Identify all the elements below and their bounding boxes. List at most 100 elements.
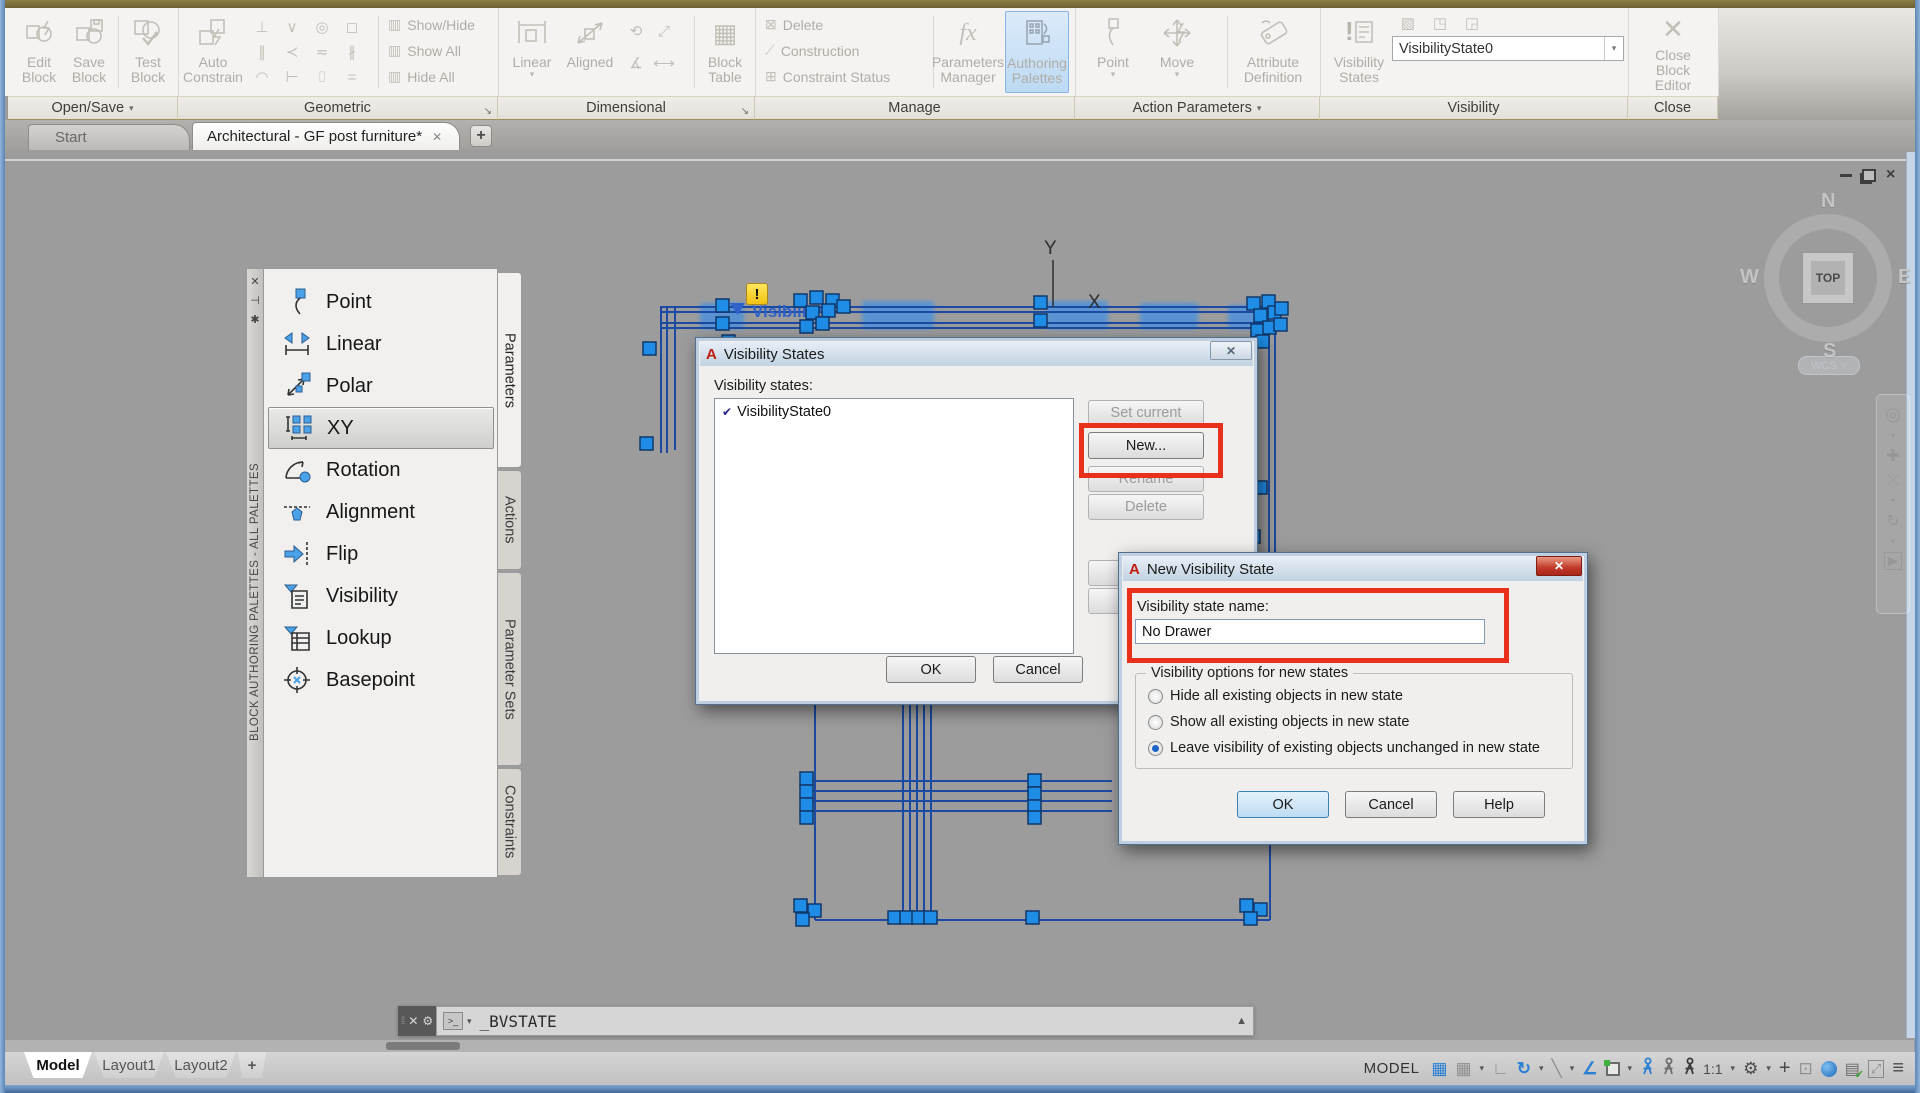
palette-item-flip[interactable]: Flip — [268, 533, 494, 575]
option-show-all[interactable]: Show all existing objects in new state — [1148, 714, 1409, 730]
tab-start[interactable]: Start — [28, 124, 190, 150]
palette-item-visibility[interactable]: Visibility — [268, 575, 494, 617]
annotation-monitor-icon[interactable] — [1682, 1057, 1695, 1080]
constraint-status-button[interactable]: ⊞ Constraint Status — [765, 68, 890, 85]
nav-caret-icon[interactable]: ▾ — [1891, 431, 1895, 440]
panel-label-visibility[interactable]: Visibility — [1320, 96, 1628, 120]
scale-caret-icon[interactable]: ▾ — [1731, 1063, 1736, 1074]
option-hide-all[interactable]: Hide all existing objects in new state — [1148, 688, 1403, 704]
tab-drawing-active[interactable]: Architectural - GF post furniture* ✕ — [192, 122, 460, 150]
annotation-autoscale-icon[interactable] — [1661, 1057, 1674, 1080]
option-leave-unchanged[interactable]: Leave visibility of existing objects unc… — [1148, 740, 1540, 756]
new-drawing-tab-button[interactable]: + — [470, 125, 492, 147]
command-prompt-icon[interactable]: >_ — [443, 1012, 463, 1030]
visibility-states-button[interactable]: ! Visibility States — [1328, 11, 1390, 93]
layout2-tab[interactable]: Layout2 — [166, 1052, 236, 1078]
edit-block-button[interactable]: Edit Block — [16, 11, 62, 93]
palette-properties-icon[interactable]: ✱ — [250, 313, 259, 326]
angular-dim-icon[interactable]: ⟲ — [624, 20, 648, 42]
panel-label-dimensional[interactable]: Dimensional↘ — [498, 96, 755, 120]
layout1-tab[interactable]: Layout1 — [94, 1052, 164, 1078]
radio-leave-unchanged[interactable] — [1148, 741, 1163, 756]
clean-screen-icon[interactable]: ⤢ — [1868, 1060, 1884, 1078]
rename-button[interactable]: Rename — [1088, 466, 1204, 492]
palette-tab-parameter-sets[interactable]: Parameter Sets — [498, 572, 522, 766]
graphics-performance-icon[interactable] — [1821, 1061, 1837, 1077]
new-layout-button[interactable]: + — [238, 1052, 266, 1078]
concentric-constraint-icon[interactable]: ◎ — [310, 16, 334, 38]
trusted-autoload-icon[interactable]: ▤✓ — [1845, 1059, 1860, 1079]
viewcube-west[interactable]: W — [1740, 266, 1759, 289]
palette-title-bar[interactable]: ✕ ⊣ ✱ BLOCK AUTHORING PALETTES - ALL PAL… — [246, 268, 264, 878]
grid-icon[interactable]: ▦ — [1431, 1059, 1447, 1079]
command-line-handle[interactable]: ⁞⁞ ✕ ⚙ — [398, 1006, 436, 1036]
visibility-states-titlebar[interactable]: A Visibility States — [700, 342, 1253, 366]
polar-caret-icon[interactable]: ▾ — [1539, 1063, 1544, 1074]
make-visible-icon[interactable]: ◳ — [1428, 12, 1452, 34]
workspace-gear-icon[interactable]: ⚙ — [1743, 1059, 1758, 1079]
radio-show-all[interactable] — [1148, 715, 1163, 730]
nav-caret3-icon[interactable]: ▾ — [1891, 537, 1895, 546]
nav-caret2-icon[interactable]: ▾ — [1891, 496, 1895, 505]
visibility-cancel-button[interactable]: Cancel — [993, 656, 1083, 683]
viewcube-east[interactable]: E — [1898, 266, 1911, 289]
show-hide-constraints-button[interactable]: ▥ Show/Hide — [388, 16, 475, 33]
fix-constraint-icon[interactable]: ◻ — [340, 16, 364, 38]
radial-dim-icon[interactable]: ⤢ — [652, 20, 676, 42]
drawing-canvas[interactable]: Y X Visibility1 — [0, 150, 1920, 1040]
auto-constrain-button[interactable]: Auto Constrain — [184, 11, 242, 93]
coincident-constraint-icon[interactable]: ⌷ — [310, 66, 334, 88]
symmetric-constraint-icon[interactable]: ⊢ — [280, 66, 304, 88]
pan-icon[interactable]: ✚ — [1886, 446, 1899, 466]
palette-close-icon[interactable]: ✕ — [250, 275, 259, 288]
model-space-label[interactable]: MODEL — [1364, 1060, 1420, 1077]
workspace-caret-icon[interactable]: ▾ — [1766, 1063, 1771, 1074]
close-block-editor-button[interactable]: ✕ Close Block Editor — [1638, 11, 1708, 93]
palette-item-basepoint[interactable]: Basepoint — [268, 659, 494, 701]
smooth-constraint-icon[interactable]: ◠ — [250, 66, 274, 88]
show-all-constraints-button[interactable]: ▥ Show All — [388, 42, 461, 59]
showmotion-icon[interactable]: ▶ — [1884, 552, 1902, 570]
panel-label-action-parameters[interactable]: Action Parameters▾ — [1075, 96, 1320, 120]
palette-item-lookup[interactable]: Lookup — [268, 617, 494, 659]
horizontal-scrollbar-thumb[interactable] — [386, 1042, 460, 1050]
visibility-state-combo[interactable]: VisibilityState0 ▾ — [1392, 36, 1624, 61]
new-visibility-state-titlebar[interactable]: A New Visibility State — [1123, 557, 1583, 581]
angle-lock-icon[interactable]: ∡ — [624, 52, 648, 74]
command-input-area[interactable]: >_ ▾ _BVSTATE ▲ — [436, 1006, 1254, 1036]
object-snap-icon[interactable] — [1606, 1062, 1620, 1076]
command-text[interactable]: _BVSTATE — [480, 1012, 1237, 1031]
block-table-button[interactable]: ▦ Block Table — [700, 11, 750, 93]
palette-tab-constraints[interactable]: Constraints — [498, 768, 522, 876]
ortho-icon[interactable]: ∟ — [1492, 1059, 1509, 1079]
horizontal-constraint-icon[interactable]: ≂ — [310, 41, 334, 63]
isodraft-icon[interactable]: ╲ — [1552, 1059, 1562, 1079]
recent-commands-caret[interactable]: ▾ — [467, 1016, 472, 1027]
new-state-help-button[interactable]: Help — [1453, 791, 1545, 818]
osnap-caret-icon[interactable]: ▾ — [1628, 1063, 1633, 1074]
collinear-constraint-icon[interactable]: ≺ — [280, 41, 304, 63]
palette-autohide-icon[interactable]: ⊣ — [250, 294, 260, 307]
visibility-mode-icon[interactable]: ▧ — [1396, 12, 1420, 34]
point-parameter-button[interactable]: Point ▾ — [1089, 11, 1137, 93]
viewcube-top-face[interactable]: TOP — [1802, 252, 1854, 304]
zoom-icon[interactable]: ⤫ — [1887, 472, 1900, 490]
attribute-definition-button[interactable]: Attribute Definition — [1237, 11, 1309, 93]
parallel-constraint-icon[interactable]: ∥ — [250, 41, 274, 63]
visibility-states-close-button[interactable]: ✕ — [1210, 341, 1252, 360]
palette-item-point[interactable]: Point — [268, 281, 494, 323]
visibility-warning-icon[interactable]: ! — [746, 283, 768, 305]
customization-menu-icon[interactable]: ≡ — [1892, 1057, 1904, 1080]
radio-hide-all[interactable] — [1148, 689, 1163, 704]
horizontal-scrollbar[interactable] — [0, 1040, 1914, 1052]
construction-geometry-button[interactable]: ⟋ Construction — [765, 42, 859, 59]
annotation-scale-value[interactable]: 1:1 — [1703, 1061, 1722, 1077]
palette-item-xy[interactable]: XY — [268, 407, 494, 449]
parameters-manager-button[interactable]: fx Parameters Manager — [939, 11, 997, 93]
wcs-menu[interactable]: WCS ▽ — [1798, 356, 1860, 375]
panel-label-open-save[interactable]: Open/Save▾ — [8, 96, 178, 120]
restore-icon[interactable] — [1862, 169, 1876, 182]
isolate-objects-icon[interactable]: ⊡ — [1799, 1059, 1813, 1079]
visibility-states-list[interactable]: ✔ VisibilityState0 — [714, 398, 1074, 654]
model-tab[interactable]: Model — [24, 1052, 92, 1078]
